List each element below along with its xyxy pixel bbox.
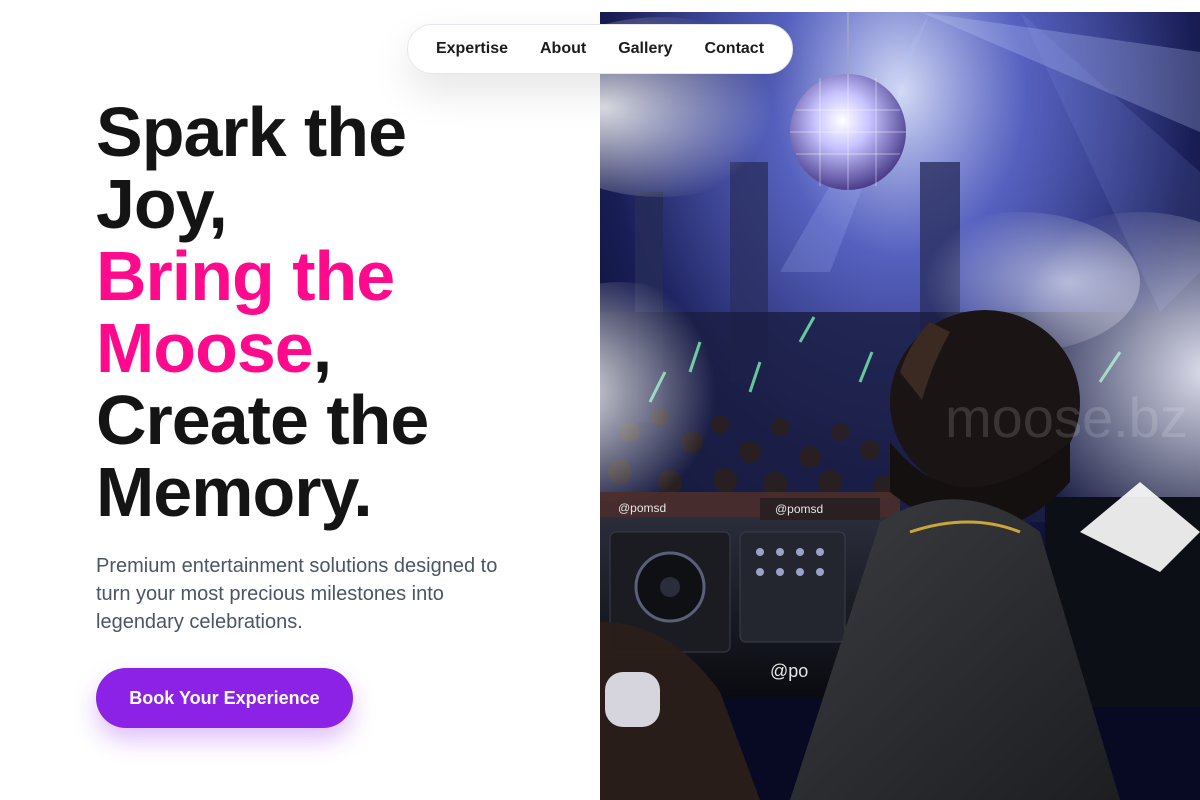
headline-line-1: Spark the [96, 93, 407, 171]
svg-text:@po: @po [770, 661, 808, 681]
svg-text:@pomsd: @pomsd [775, 502, 823, 516]
headline-line-6: Memory. [96, 453, 373, 531]
hero-subcopy: Premium entertainment solutions designed… [96, 555, 498, 633]
book-experience-button[interactable]: Book Your Experience [96, 668, 353, 728]
top-navigation: Expertise About Gallery Contact [407, 24, 793, 74]
hero-dj-photo: @pomsd @pomsd msd [600, 12, 1200, 800]
nav-item-expertise[interactable]: Expertise [420, 24, 524, 74]
nav-item-gallery[interactable]: Gallery [602, 24, 688, 74]
headline-comma: , [312, 309, 332, 387]
nav-item-contact[interactable]: Contact [688, 24, 780, 74]
svg-text:moose.bz: moose.bz [945, 386, 1188, 449]
nav-item-about[interactable]: About [524, 24, 602, 74]
headline-line-2: Joy, [96, 165, 228, 243]
headline-line-4: Moose, [96, 312, 596, 384]
hero-headline: Spark the Joy, Bring the Moose, Create t… [96, 96, 596, 528]
landing-page: @pomsd @pomsd msd [0, 0, 1200, 800]
headline-accent-word: Moose [96, 309, 314, 387]
dj-scene-illustration: @pomsd @pomsd msd [600, 12, 1200, 800]
svg-text:@pomsd: @pomsd [618, 501, 666, 515]
headline-accent-line-1: Bring the [96, 237, 395, 315]
headline-line-5: Create the [96, 381, 429, 459]
